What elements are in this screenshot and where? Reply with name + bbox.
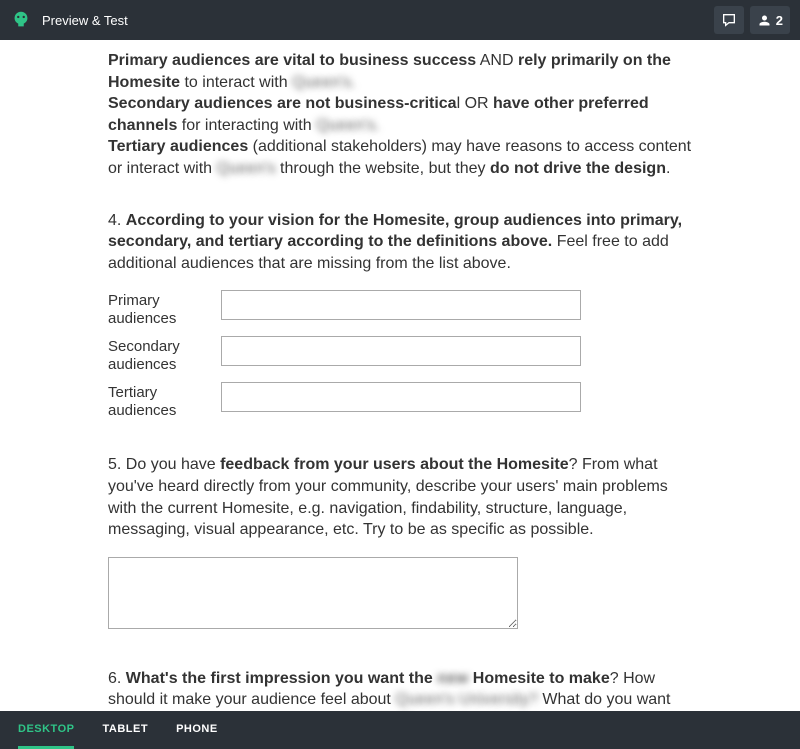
- def-tertiary-4: do not drive the design: [490, 160, 666, 177]
- def-primary-and: AND: [476, 52, 518, 69]
- def-secondary-1: Secondary audiences are not business-cri…: [108, 95, 457, 112]
- top-left: Preview & Test: [10, 9, 128, 31]
- page-title: Preview & Test: [42, 13, 128, 28]
- question-5: 5. Do you have feedback from your users …: [108, 454, 692, 633]
- tab-phone[interactable]: PHONE: [176, 723, 218, 737]
- users-button[interactable]: 2: [750, 6, 790, 34]
- label-tertiary: Tertiary audiences: [108, 382, 203, 420]
- q4-text: 4. According to your vision for the Home…: [108, 210, 692, 275]
- question-6: 6. What's the first impression you want …: [108, 668, 692, 711]
- field-secondary-row: Secondary audiences: [108, 336, 692, 374]
- def-secondary-blur: Queen's.: [316, 117, 380, 134]
- input-tertiary-audiences[interactable]: [221, 382, 581, 412]
- input-primary-audiences[interactable]: [221, 290, 581, 320]
- top-right: 2: [714, 6, 790, 34]
- q6-bold1: What's the first impression you want the: [126, 670, 437, 687]
- def-primary-1: Primary audiences are vital to business …: [108, 52, 476, 69]
- textarea-feedback[interactable]: [108, 557, 518, 629]
- q6-num: 6.: [108, 670, 126, 687]
- content-scroll[interactable]: Primary audiences are vital to business …: [0, 40, 800, 711]
- q6-bold3: Homesite to make: [468, 670, 609, 687]
- top-bar: Preview & Test 2: [0, 0, 800, 40]
- logo-icon: [10, 9, 32, 31]
- audience-definitions: Primary audiences are vital to business …: [108, 50, 692, 180]
- question-4: 4. According to your vision for the Home…: [108, 210, 692, 421]
- q6-text: 6. What's the first impression you want …: [108, 668, 692, 711]
- q5-num: 5.: [108, 456, 126, 473]
- label-secondary: Secondary audiences: [108, 336, 203, 374]
- field-primary-row: Primary audiences: [108, 290, 692, 328]
- q6-blur1: Queen's University?: [395, 691, 538, 708]
- q5-bold: feedback from your users about the Homes…: [220, 456, 569, 473]
- q4-num: 4.: [108, 212, 126, 229]
- q5-text: 5. Do you have feedback from your users …: [108, 454, 692, 540]
- def-secondary-3: for interacting with: [177, 117, 316, 134]
- tab-tablet[interactable]: TABLET: [102, 723, 148, 737]
- def-tertiary-5: .: [666, 160, 670, 177]
- def-secondary-l: l OR: [457, 95, 493, 112]
- label-primary: Primary audiences: [108, 290, 203, 328]
- chat-button[interactable]: [714, 6, 744, 34]
- def-tertiary-blur: Queen's: [216, 160, 280, 177]
- form-inner: Primary audiences are vital to business …: [108, 50, 692, 711]
- def-tertiary-3: through the website, but they: [280, 160, 490, 177]
- def-primary-blur: Queen's.: [292, 74, 356, 91]
- bottom-bar: DESKTOP TABLET PHONE: [0, 711, 800, 749]
- input-secondary-audiences[interactable]: [221, 336, 581, 366]
- user-count: 2: [776, 13, 783, 28]
- tab-desktop[interactable]: DESKTOP: [18, 723, 74, 737]
- field-tertiary-row: Tertiary audiences: [108, 382, 692, 420]
- def-tertiary-1: Tertiary audiences: [108, 138, 248, 155]
- q5-pre: Do you have: [126, 456, 220, 473]
- q6-bold-blur: new: [437, 670, 468, 687]
- def-primary-3: to interact with: [180, 74, 292, 91]
